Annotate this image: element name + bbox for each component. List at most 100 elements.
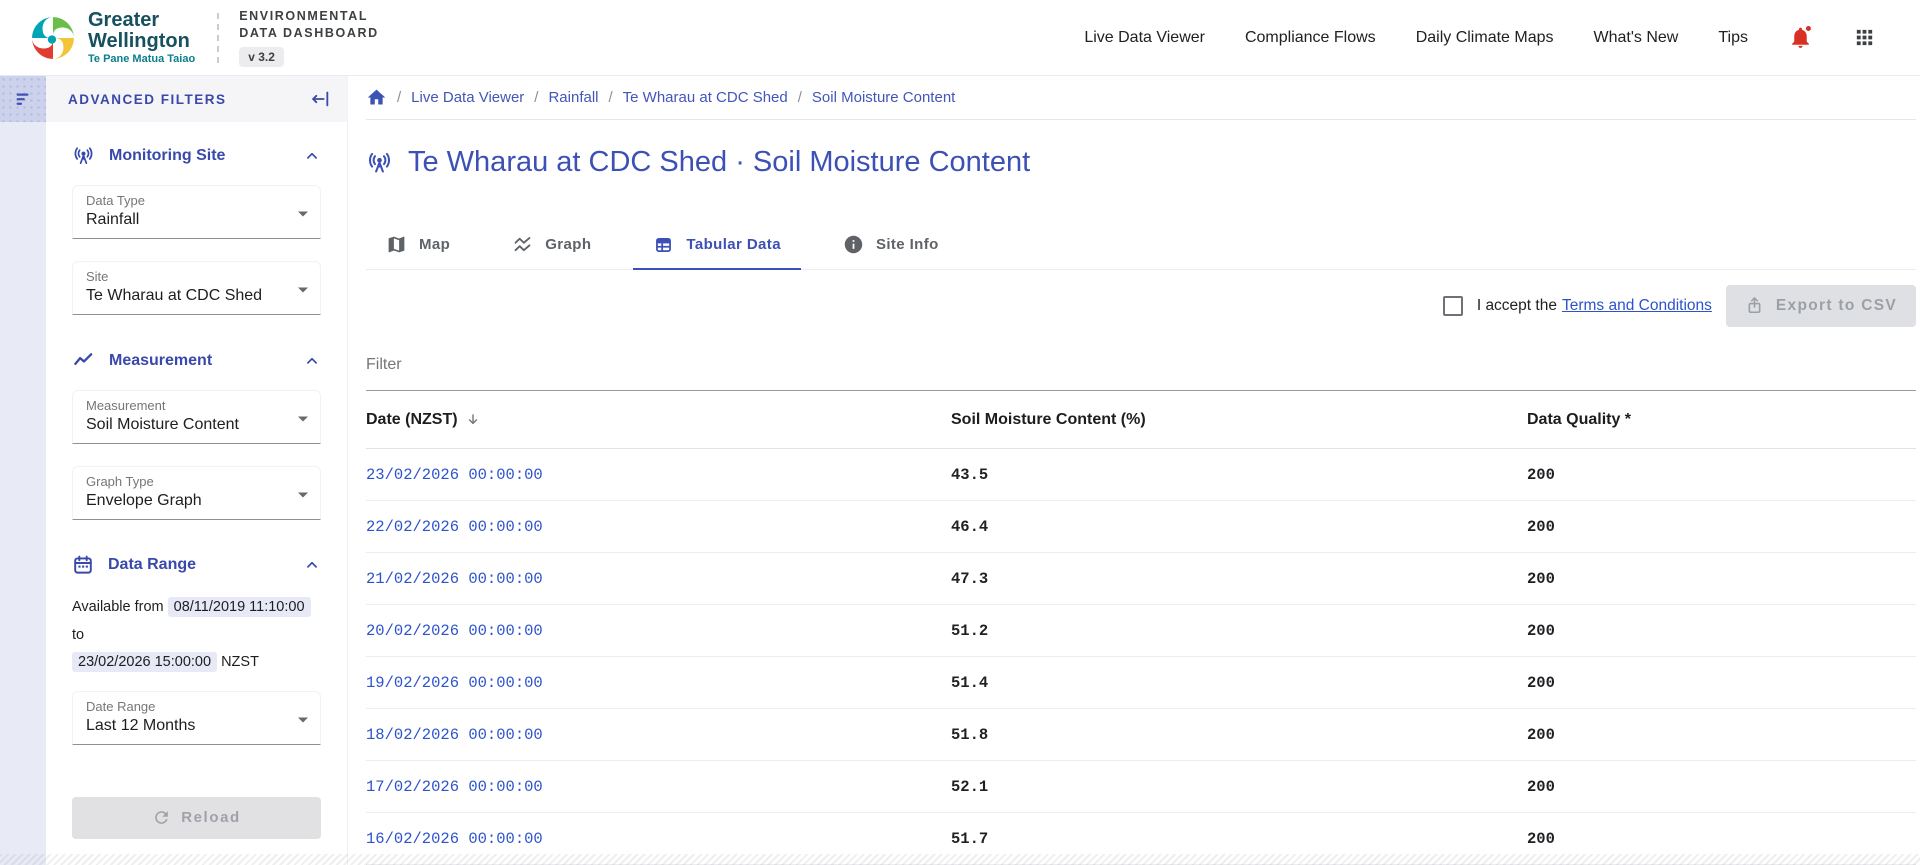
home-icon[interactable] <box>366 87 387 108</box>
breadcrumb-site[interactable]: Te Wharau at CDC Shed <box>623 89 788 106</box>
row-date-link[interactable]: 18/02/2026 00:00:00 <box>366 726 951 744</box>
breadcrumb-rainfall[interactable]: Rainfall <box>548 89 598 106</box>
chevron-up-icon[interactable] <box>303 352 321 370</box>
top-nav: Live Data Viewer Compliance Flows Daily … <box>1084 25 1876 50</box>
available-joiner: to <box>72 626 85 643</box>
tab-site-info-label: Site Info <box>875 235 939 253</box>
date-range-select[interactable]: Date Range Last 12 Months <box>72 690 321 745</box>
advanced-filters-title: ADVANCED FILTERS <box>68 91 227 107</box>
column-header-date-label: Date (NZST) <box>366 410 458 428</box>
notifications-bell-icon[interactable] <box>1788 25 1813 50</box>
export-share-icon <box>1745 296 1764 315</box>
dropdown-caret-icon <box>297 415 309 423</box>
column-header-soil-moisture[interactable]: Soil Moisture Content (%) <box>951 411 1527 429</box>
nav-tips[interactable]: Tips <box>1718 29 1748 47</box>
nav-whats-new[interactable]: What's New <box>1594 29 1679 47</box>
breadcrumb-soil-moisture[interactable]: Soil Moisture Content <box>812 89 955 106</box>
filters-rail-toggle[interactable] <box>0 76 46 122</box>
greater-wellington-logo[interactable]: Greater Wellington Te Pane Matua Taiao <box>30 10 195 65</box>
row-value: 51.7 <box>951 829 989 848</box>
graph-type-select[interactable]: Graph Type Envelope Graph <box>72 466 321 520</box>
app-title-line1: ENVIRONMENTAL <box>239 8 369 23</box>
row-date-link[interactable]: 16/02/2026 00:00:00 <box>366 830 951 848</box>
date-range-label: Date Range <box>86 698 156 714</box>
header-divider <box>217 12 220 63</box>
available-to-chip: 23/02/2026 15:00:00 <box>72 652 218 673</box>
tab-graph[interactable]: Graph <box>492 219 611 269</box>
date-range-value: Last 12 Months <box>86 716 196 734</box>
row-date-link[interactable]: 23/02/2026 00:00:00 <box>366 466 951 484</box>
table-row: 20/02/2026 00:00:00 51.2 200 <box>366 605 1916 657</box>
tab-site-info[interactable]: Site Info <box>823 219 959 269</box>
antenna-icon <box>366 149 393 176</box>
row-date-link[interactable]: 21/02/2026 00:00:00 <box>366 570 951 588</box>
calendar-icon <box>72 554 94 576</box>
graph-type-label: Graph Type <box>86 474 154 489</box>
measurement-label: Measurement <box>86 398 166 413</box>
section-data-range[interactable]: Data Range <box>72 554 321 576</box>
refresh-icon <box>152 808 171 827</box>
measurement-value: Soil Moisture Content <box>86 416 239 433</box>
graph-type-value: Envelope Graph <box>86 492 202 509</box>
available-from-chip: 08/11/2019 11:10:00 <box>167 597 311 617</box>
accept-terms-checkbox[interactable] <box>1442 295 1463 316</box>
app-window: Greater Wellington Te Pane Matua Taiao E… <box>0 0 1920 865</box>
left-rail <box>0 76 46 865</box>
column-header-data-quality-label: Data Quality * <box>1527 410 1632 428</box>
column-header-date[interactable]: Date (NZST) <box>366 411 951 429</box>
tab-tabular-data-label: Tabular Data <box>686 235 781 253</box>
data-type-select[interactable]: Data Type Rainfall <box>72 185 321 239</box>
chevron-up-icon[interactable] <box>303 147 321 165</box>
row-quality: 200 <box>1527 673 1555 692</box>
view-tabs: Map Graph Tabular Data Site Info <box>366 219 1916 271</box>
nav-daily-climate-maps[interactable]: Daily Climate Maps <box>1416 29 1554 47</box>
section-measurement[interactable]: Measurement <box>72 349 321 372</box>
collapse-sidebar-icon[interactable] <box>309 88 331 110</box>
filter-input[interactable] <box>366 350 1916 392</box>
tab-map-label: Map <box>419 235 451 253</box>
sort-descending-arrow-icon <box>465 412 481 428</box>
row-quality: 200 <box>1527 621 1555 640</box>
row-date-link[interactable]: 17/02/2026 00:00:00 <box>366 778 951 796</box>
filters-sidebar: ADVANCED FILTERS Monitoring Site Data Ty… <box>46 76 348 865</box>
row-date-link[interactable]: 22/02/2026 00:00:00 <box>366 518 951 536</box>
measurement-select[interactable]: Measurement Soil Moisture Content <box>72 390 321 444</box>
page-title-row: Te Wharau at CDC Shed · Soil Moisture Co… <box>366 146 1916 179</box>
chevron-up-icon[interactable] <box>303 556 321 574</box>
filter-sort-icon <box>16 93 29 105</box>
column-header-data-quality[interactable]: Data Quality * <box>1527 411 1916 429</box>
export-to-csv-label: Export to CSV <box>1775 296 1897 314</box>
data-type-label: Data Type <box>86 193 146 208</box>
tab-map[interactable]: Map <box>366 219 470 269</box>
tab-tabular-data[interactable]: Tabular Data <box>633 219 801 271</box>
timezone-label: NZST <box>221 654 259 671</box>
nav-compliance-flows[interactable]: Compliance Flows <box>1245 29 1376 47</box>
row-quality: 200 <box>1527 465 1555 484</box>
app-title-line2: DATA DASHBOARD <box>239 25 379 40</box>
reload-button[interactable]: Reload <box>72 796 321 839</box>
antenna-icon <box>72 144 95 167</box>
dropdown-caret-icon <box>297 286 309 294</box>
table-header-row: Date (NZST) Soil Moisture Content (%) Da… <box>366 391 1916 449</box>
export-row: I accept the Terms and Conditions Export … <box>366 275 1916 336</box>
table-row: 23/02/2026 00:00:00 43.5 200 <box>366 449 1916 501</box>
row-date-link[interactable]: 20/02/2026 00:00:00 <box>366 622 951 640</box>
apps-grid-icon[interactable] <box>1853 26 1876 49</box>
site-select[interactable]: Site Te Wharau at CDC Shed <box>72 261 321 315</box>
breadcrumb-live-data-viewer[interactable]: Live Data Viewer <box>411 89 524 106</box>
logo-name-line2: Wellington <box>88 29 190 52</box>
terms-and-conditions-link[interactable]: Terms and Conditions <box>1562 297 1712 314</box>
section-monitoring-site[interactable]: Monitoring Site <box>72 144 321 167</box>
nav-live-data-viewer[interactable]: Live Data Viewer <box>1084 29 1205 47</box>
table-row: 16/02/2026 00:00:00 51.7 200 <box>366 813 1916 865</box>
row-quality: 200 <box>1527 725 1555 744</box>
row-date-link[interactable]: 19/02/2026 00:00:00 <box>366 674 951 692</box>
filter-field <box>366 350 1916 392</box>
row-value: 47.3 <box>951 569 989 588</box>
logo-text: Greater Wellington Te Pane Matua Taiao <box>88 10 195 65</box>
row-quality: 200 <box>1527 777 1555 796</box>
export-to-csv-button[interactable]: Export to CSV <box>1725 284 1916 327</box>
table-body: 23/02/2026 00:00:00 43.5 200 22/02/2026 … <box>366 449 1916 865</box>
top-header: Greater Wellington Te Pane Matua Taiao E… <box>0 0 1920 76</box>
dropdown-caret-icon <box>297 491 309 499</box>
